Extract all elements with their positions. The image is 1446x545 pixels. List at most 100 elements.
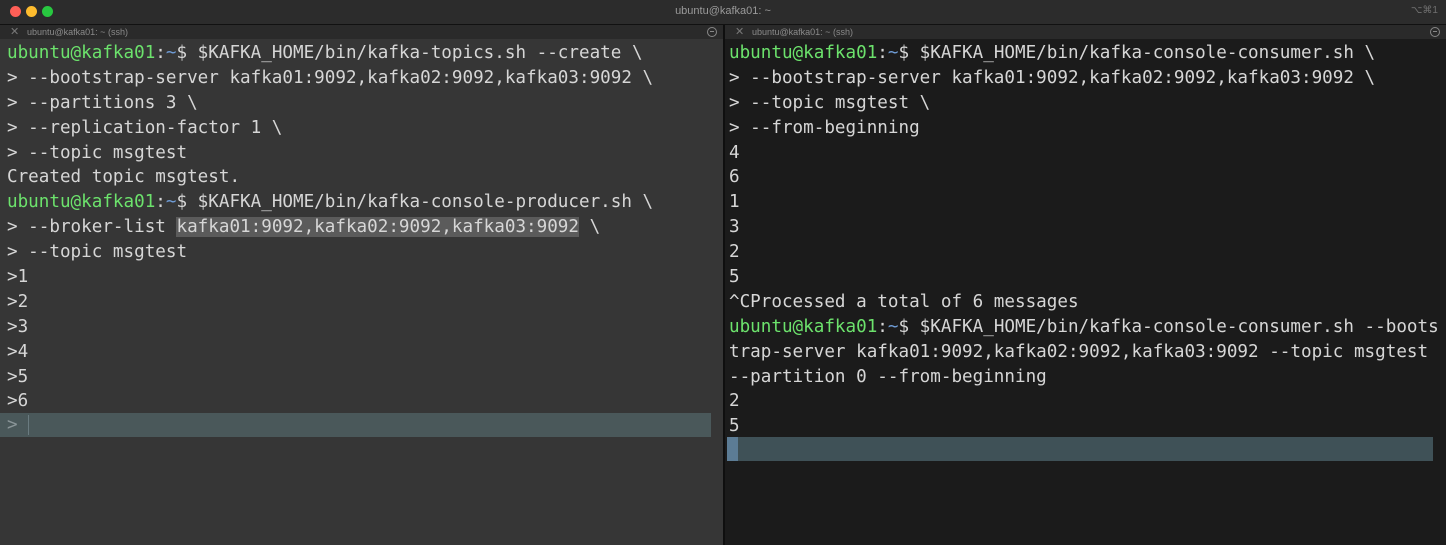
close-pane-icon[interactable]: ✕ [10, 25, 19, 39]
terminal-output-left: ubuntu@kafka01:~$ $KAFKA_HOME/bin/kafka-… [7, 41, 653, 414]
line-text: > --bootstrap-server kafka01:9092,kafka0… [729, 67, 1376, 88]
terminal-line: > --topic msgtest [7, 240, 653, 265]
terminal-line: 3 [729, 215, 1439, 240]
terminal-line: >5 [7, 365, 653, 390]
line-text: > --bootstrap-server kafka01:9092,kafka0… [7, 67, 654, 88]
terminal-line: --partition 0 --from-beginning [729, 365, 1439, 390]
terminal-line: > --replication-factor 1 \ [7, 116, 653, 141]
terminal-line: 1 [729, 190, 1439, 215]
command-line: ubuntu@kafka01:~$ $KAFKA_HOME/bin/kafka-… [729, 315, 1439, 340]
line-text: >5 [7, 366, 29, 387]
line-text: >3 [7, 316, 29, 337]
prompt-user-host: ubuntu@kafka01 [729, 43, 878, 63]
terminal-line: 4 [729, 141, 1439, 166]
line-text: > --from-beginning [729, 117, 920, 138]
terminal-pane-right[interactable]: ubuntu@kafka01:~$ $KAFKA_HOME/bin/kafka-… [725, 39, 1446, 545]
line-text: --partition 0 --from-beginning [729, 366, 1047, 387]
prompt-colon: : [877, 316, 888, 337]
line-text: 2 [729, 242, 740, 263]
terminal-line: > --broker-list kafka01:9092,kafka02:909… [7, 215, 653, 240]
terminal-line: > --bootstrap-server kafka01:9092,kafka0… [7, 66, 653, 91]
prompt-path: ~ [887, 316, 899, 337]
terminal-line: >2 [7, 290, 653, 315]
prompt-path: ~ [887, 43, 899, 63]
line-text: 2 [729, 391, 740, 412]
terminal-output-right: ubuntu@kafka01:~$ $KAFKA_HOME/bin/kafka-… [729, 41, 1439, 439]
current-input-line[interactable] [727, 437, 1433, 461]
line-text: >6 [7, 391, 29, 412]
line-text: trap-server kafka01:9092,kafka02:9092,ka… [729, 341, 1429, 362]
line-text: >4 [7, 341, 29, 362]
terminal-pane-left[interactable]: ubuntu@kafka01:~$ $KAFKA_HOME/bin/kafka-… [0, 39, 723, 545]
prompt-symbol: $ [898, 43, 910, 63]
terminal-line: > --partitions 3 \ [7, 91, 653, 116]
line-text: > --topic msgtest [7, 142, 188, 163]
current-input-line[interactable]: > [0, 413, 711, 437]
prompt-user-host: ubuntu@kafka01 [7, 192, 156, 213]
line-text: ^CProcessed a total of 6 messages [729, 291, 1079, 312]
terminal-line: trap-server kafka01:9092,kafka02:9092,ka… [729, 340, 1439, 365]
pane-title-right: ubuntu@kafka01: ~ (ssh) [752, 27, 853, 37]
terminal-line: > --topic msgtest \ [729, 91, 1439, 116]
prompt-symbol: $ [176, 192, 188, 213]
prompt-user-host: ubuntu@kafka01 [7, 43, 156, 63]
pane-header-left[interactable]: ✕ ubuntu@kafka01: ~ (ssh) [0, 25, 723, 39]
line-text: \ [579, 217, 601, 238]
prompt-symbol: $ [176, 43, 188, 63]
command-text: $KAFKA_HOME/bin/kafka-console-consumer.s… [909, 316, 1439, 337]
prompt-user-host: ubuntu@kafka01 [729, 316, 878, 337]
line-text: > --partitions 3 \ [7, 92, 198, 113]
block-cursor [727, 437, 738, 461]
terminal-window: ubuntu@kafka01: ~ ⌥⌘1 ✕ ubuntu@kafka01: … [0, 0, 1446, 545]
line-text: > --broker-list [7, 217, 177, 238]
text-cursor [28, 415, 29, 435]
close-pane-icon[interactable]: ✕ [735, 25, 744, 39]
terminal-line: ^CProcessed a total of 6 messages [729, 290, 1439, 315]
line-text: 4 [729, 142, 740, 163]
terminal-line: > --from-beginning [729, 116, 1439, 141]
prompt-path: ~ [165, 192, 177, 213]
terminal-line: Created topic msgtest. [7, 165, 653, 190]
terminal-line: 2 [729, 240, 1439, 265]
command-line: ubuntu@kafka01:~$ $KAFKA_HOME/bin/kafka-… [729, 41, 1439, 66]
terminal-line: 5 [729, 414, 1439, 439]
terminal-line: 5 [729, 265, 1439, 290]
command-line: ubuntu@kafka01:~$ $KAFKA_HOME/bin/kafka-… [7, 41, 653, 66]
line-text: 3 [729, 217, 740, 238]
prompt-symbol: $ [898, 316, 910, 337]
line-text: 1 [729, 192, 740, 213]
terminal-line: > --bootstrap-server kafka01:9092,kafka0… [729, 66, 1439, 91]
line-text: >1 [7, 267, 29, 288]
line-text: 5 [729, 416, 740, 437]
line-text: > --topic msgtest [7, 242, 188, 263]
window-shortcut: ⌥⌘1 [1410, 5, 1438, 16]
command-text: $KAFKA_HOME/bin/kafka-console-consumer.s… [909, 43, 1376, 63]
terminal-line: 2 [729, 389, 1439, 414]
command-line: ubuntu@kafka01:~$ $KAFKA_HOME/bin/kafka-… [7, 190, 653, 215]
terminal-line: >4 [7, 340, 653, 365]
prompt-colon: : [155, 43, 166, 63]
terminal-line: >6 [7, 389, 653, 414]
line-text: > --topic msgtest \ [729, 92, 931, 113]
terminal-line: >3 [7, 315, 653, 340]
command-text: $KAFKA_HOME/bin/kafka-topics.sh --create… [187, 43, 643, 63]
prompt-colon: : [877, 43, 888, 63]
selected-text: kafka01:9092,kafka02:9092,kafka03:9092 [176, 217, 579, 238]
command-text: $KAFKA_HOME/bin/kafka-console-producer.s… [187, 192, 654, 213]
line-text: >2 [7, 291, 29, 312]
pane-menu-icon[interactable] [1430, 27, 1440, 37]
line-text: > --replication-factor 1 \ [7, 117, 283, 138]
line-text: 5 [729, 267, 740, 288]
terminal-line: > --topic msgtest [7, 141, 653, 166]
terminal-line: >1 [7, 265, 653, 290]
pane-title-left: ubuntu@kafka01: ~ (ssh) [27, 27, 128, 37]
line-text: 6 [729, 167, 740, 188]
window-title: ubuntu@kafka01: ~ [675, 5, 771, 17]
pane-menu-icon[interactable] [707, 27, 717, 37]
pane-header-right[interactable]: ✕ ubuntu@kafka01: ~ (ssh) [725, 25, 1446, 39]
title-bar: ubuntu@kafka01: ~ ⌥⌘1 [0, 0, 1446, 25]
prompt-path: ~ [165, 43, 177, 63]
input-prompt: > [7, 415, 18, 435]
line-text: Created topic msgtest. [7, 167, 241, 188]
prompt-colon: : [155, 192, 166, 213]
